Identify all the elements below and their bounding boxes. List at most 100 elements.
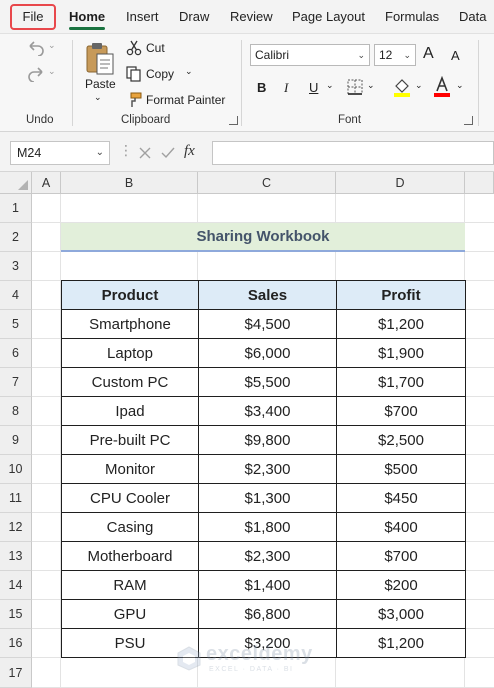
row-header-16[interactable]: 16 (0, 629, 32, 658)
tab-formulas[interactable]: Formulas (385, 9, 439, 24)
row-header-12[interactable]: 12 (0, 513, 32, 542)
row-header-2[interactable]: 2 (0, 223, 32, 252)
font-launcher-icon[interactable]: . (464, 116, 473, 125)
sales-cell[interactable]: $3,400 (198, 396, 337, 426)
paste-button-label[interactable]: Paste (85, 77, 116, 91)
borders-icon[interactable] (346, 78, 364, 96)
row-header-15[interactable]: 15 (0, 600, 32, 629)
column-header-d[interactable]: D (336, 172, 465, 194)
tab-data[interactable]: Data (459, 9, 486, 24)
row-header-7[interactable]: 7 (0, 368, 32, 397)
grow-font-icon[interactable]: A (423, 45, 434, 63)
row-header-13[interactable]: 13 (0, 542, 32, 571)
redo-icon[interactable] (26, 66, 46, 82)
sales-cell[interactable]: $6,000 (198, 338, 337, 368)
tab-page-layout[interactable]: Page Layout (292, 9, 365, 24)
copy-icon[interactable] (126, 66, 142, 82)
font-color-icon[interactable] (432, 76, 452, 98)
profit-cell[interactable]: $500 (336, 454, 466, 484)
row-header-11[interactable]: 11 (0, 484, 32, 513)
underline-button[interactable]: U (309, 80, 318, 95)
product-cell[interactable]: GPU (61, 599, 199, 629)
profit-cell[interactable]: $200 (336, 570, 466, 600)
sales-cell[interactable]: $2,300 (198, 454, 337, 484)
row-header-17[interactable]: 17 (0, 658, 32, 688)
fill-color-dropdown-icon[interactable]: ⌄ (415, 80, 423, 91)
profit-cell[interactable]: $1,200 (336, 628, 466, 658)
product-cell[interactable]: RAM (61, 570, 199, 600)
name-box[interactable]: M24 ⌄ (10, 141, 110, 165)
font-name-select[interactable]: Calibri ⌄ (250, 44, 370, 66)
cut-button-label[interactable]: Cut (146, 41, 165, 55)
column-header-e[interactable] (465, 172, 494, 194)
row-header-5[interactable]: 5 (0, 310, 32, 339)
sales-cell[interactable]: $1,400 (198, 570, 337, 600)
product-cell[interactable]: Custom PC (61, 367, 199, 397)
select-all-corner[interactable] (0, 172, 32, 194)
tab-review[interactable]: Review (230, 9, 273, 24)
tab-home[interactable]: Home (69, 9, 106, 30)
redo-dropdown-icon[interactable]: ⌄ (48, 66, 56, 77)
row-header-14[interactable]: 14 (0, 571, 32, 600)
format-painter-icon[interactable] (126, 92, 142, 108)
sheet-title-cell[interactable]: Sharing Workbook (61, 223, 465, 252)
header-profit[interactable]: Profit (336, 280, 466, 310)
sales-cell[interactable]: $5,500 (198, 367, 337, 397)
profit-cell[interactable]: $2,500 (336, 425, 466, 455)
row-header-8[interactable]: 8 (0, 397, 32, 426)
tab-file[interactable]: File (10, 4, 56, 30)
product-cell[interactable]: Motherboard (61, 541, 199, 571)
row-header-9[interactable]: 9 (0, 426, 32, 455)
product-cell[interactable]: Monitor (61, 454, 199, 484)
row-header-6[interactable]: 6 (0, 339, 32, 368)
font-size-select[interactable]: 12 ⌄ (374, 44, 416, 66)
bold-button[interactable]: B (257, 80, 266, 95)
sales-cell[interactable]: $4,500 (198, 309, 337, 339)
row-header-10[interactable]: 10 (0, 455, 32, 484)
sales-cell[interactable]: $9,800 (198, 425, 337, 455)
column-header-c[interactable]: C (198, 172, 336, 194)
profit-cell[interactable]: $3,000 (336, 599, 466, 629)
sales-cell[interactable]: $1,300 (198, 483, 337, 513)
product-cell[interactable]: Ipad (61, 396, 199, 426)
product-cell[interactable]: CPU Cooler (61, 483, 199, 513)
header-product[interactable]: Product (61, 280, 199, 310)
paste-dropdown-icon[interactable]: ⌄ (94, 92, 102, 103)
underline-dropdown-icon[interactable]: ⌄ (326, 80, 334, 91)
shrink-font-icon[interactable]: A (451, 48, 460, 63)
format-painter-button-label[interactable]: Format Painter (146, 93, 225, 107)
tab-insert[interactable]: Insert (126, 9, 159, 24)
profit-cell[interactable]: $450 (336, 483, 466, 513)
copy-button-label[interactable]: Copy (146, 67, 174, 81)
column-header-a[interactable]: A (32, 172, 61, 194)
column-header-b[interactable]: B (61, 172, 198, 194)
profit-cell[interactable]: $1,900 (336, 338, 466, 368)
cut-icon[interactable] (126, 40, 142, 56)
italic-button[interactable]: I (284, 80, 288, 96)
row-header-1[interactable]: 1 (0, 194, 32, 223)
enter-check-icon[interactable] (160, 146, 176, 160)
cancel-icon[interactable] (138, 146, 152, 160)
formula-input[interactable] (212, 141, 494, 165)
profit-cell[interactable]: $1,700 (336, 367, 466, 397)
profit-cell[interactable]: $1,200 (336, 309, 466, 339)
header-sales[interactable]: Sales (198, 280, 337, 310)
tab-draw[interactable]: Draw (179, 9, 209, 24)
insert-function-icon[interactable]: fx (184, 143, 195, 160)
sales-cell[interactable]: $6,800 (198, 599, 337, 629)
product-cell[interactable]: Laptop (61, 338, 199, 368)
borders-dropdown-icon[interactable]: ⌄ (367, 80, 375, 91)
undo-dropdown-icon[interactable]: ⌄ (48, 40, 56, 51)
copy-dropdown-icon[interactable]: ⌄ (185, 66, 193, 77)
row-header-3[interactable]: 3 (0, 252, 32, 281)
sales-cell[interactable]: $2,300 (198, 541, 337, 571)
sales-cell[interactable]: $1,800 (198, 512, 337, 542)
profit-cell[interactable]: $700 (336, 396, 466, 426)
fill-color-icon[interactable] (392, 76, 412, 98)
row-header-4[interactable]: 4 (0, 281, 32, 310)
product-cell[interactable]: Smartphone (61, 309, 199, 339)
product-cell[interactable]: Casing (61, 512, 199, 542)
undo-icon[interactable] (26, 40, 46, 56)
more-options-icon[interactable]: ⋮ (119, 142, 133, 159)
product-cell[interactable]: Pre-built PC (61, 425, 199, 455)
